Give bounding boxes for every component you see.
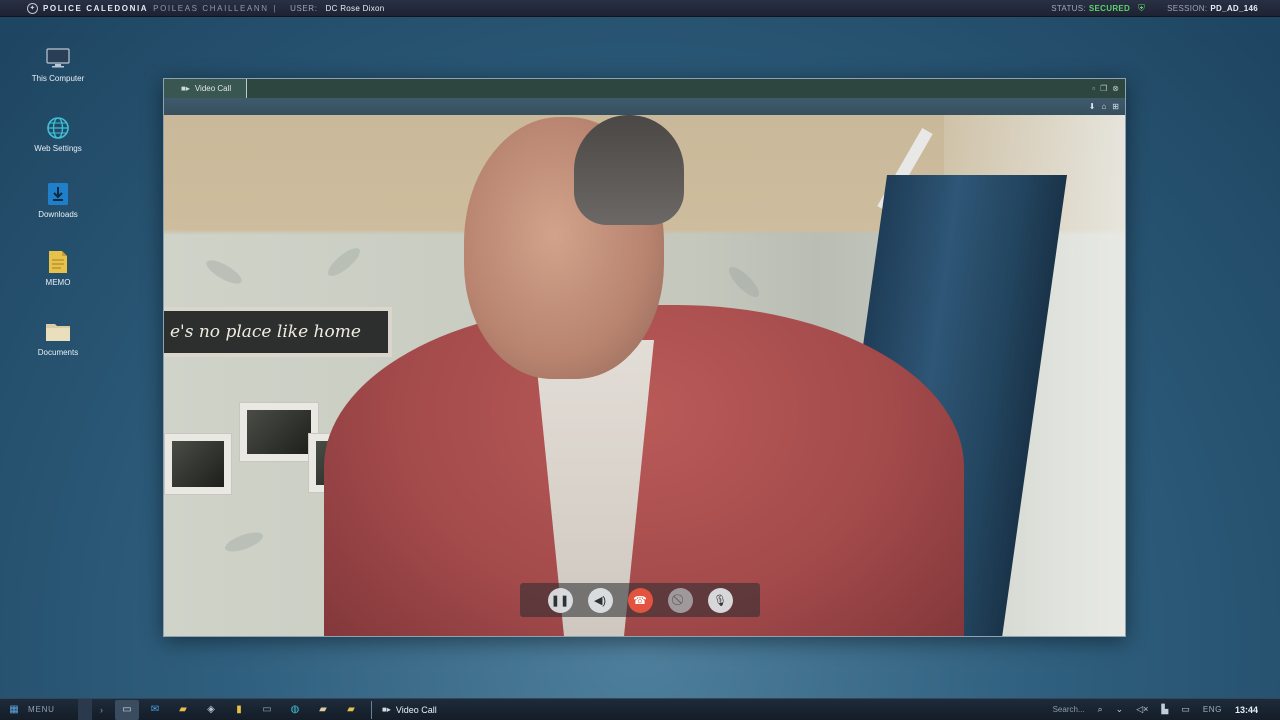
sign-text: e's no place like home <box>170 322 361 342</box>
taskbar-folder-icon[interactable]: ▰ <box>171 700 195 720</box>
camera-icon: ■▸ <box>382 705 391 714</box>
clock: 13:44 <box>1234 704 1258 715</box>
network-icon[interactable]: ▙ <box>1161 704 1168 715</box>
download-icon <box>44 182 72 206</box>
minimize-icon[interactable]: ▫ <box>1092 84 1095 93</box>
wallpaper-leaf <box>203 255 245 289</box>
user-label: USER: <box>290 3 318 13</box>
taskbar-monitor2-icon[interactable]: ▭ <box>255 700 279 720</box>
desktop-icon-this-computer[interactable]: This Computer <box>18 46 98 83</box>
shield-check-icon: ⛨ <box>1138 2 1146 13</box>
desktop-icon-label: Downloads <box>38 210 78 219</box>
wallpaper-leaf <box>724 262 764 302</box>
call-controls: ❚❚ ◀) ☎ ⃠ 🎙 <box>520 583 760 617</box>
window-toolbar: ⬇ ⌂ ⊞ <box>164 98 1125 115</box>
tab-video-call[interactable]: ■▸ Video Call <box>164 79 247 98</box>
hang-up-button[interactable]: ☎ <box>627 587 653 613</box>
taskbar-window-video-call[interactable]: ■▸ Video Call <box>382 705 437 715</box>
chevron-right-icon[interactable]: › <box>100 705 103 715</box>
taskbar-memo-icon[interactable]: ▮ <box>227 700 251 720</box>
taskbar-divider <box>371 700 372 719</box>
video-off-button[interactable]: ⃠ <box>667 587 693 613</box>
close-icon[interactable]: ⊗ <box>1112 84 1119 93</box>
taskbar-folder2-icon[interactable]: ▰ <box>339 700 363 720</box>
desktop-icon-label: MEMO <box>45 278 71 287</box>
home-sign: e's no place like home <box>164 307 392 357</box>
home-icon[interactable]: ⌂ <box>1101 102 1106 111</box>
pause-icon: ❚❚ <box>550 594 570 607</box>
desktop-icon-label: Documents <box>37 348 79 357</box>
language-indicator[interactable]: ENG <box>1203 705 1222 714</box>
status-value: SECURED <box>1088 3 1131 13</box>
org-name-gaelic: POILEAS CHAILLEANN <box>153 3 269 13</box>
phone-hangup-icon: ☎ <box>633 594 647 607</box>
desktop-icon-label: Web Settings <box>34 144 82 153</box>
topbar-separator: | <box>273 3 277 13</box>
taskbar-window-label: Video Call <box>395 704 437 715</box>
window-controls: ▫ ❐ ⊗ <box>1092 84 1119 93</box>
video-feed: e's no place like home ❚❚ ◀) ☎ ⃠ 🎙 <box>164 115 1125 636</box>
folder-icon <box>44 320 72 344</box>
taskbar-monitor-icon[interactable]: ▭ <box>115 699 139 720</box>
session-label: SESSION: <box>1167 3 1208 13</box>
wallpaper-leaf <box>222 528 266 556</box>
system-tray: Search... ⌕ ⌄ ◁× ▙ ▭ ENG 13:44 <box>1053 704 1258 715</box>
org-name: POLICE CALEDONIA <box>43 3 149 13</box>
monitor-icon <box>44 46 72 70</box>
taskbar-divider <box>78 698 92 720</box>
globe-icon <box>44 116 72 140</box>
window-tab-bar: ■▸ Video Call ▫ ❐ ⊗ <box>164 79 1125 98</box>
video-call-window: ■▸ Video Call ▫ ❐ ⊗ ⬇ ⌂ ⊞ e's no place l… <box>163 78 1126 637</box>
taskbar-user-icon[interactable]: ◈ <box>199 700 223 720</box>
photo-frame <box>164 433 232 495</box>
menu-button[interactable]: MENU <box>28 705 76 714</box>
start-icon[interactable]: ▦ <box>4 699 24 720</box>
volume-button[interactable]: ◀) <box>587 587 613 613</box>
taskbar-documents-icon[interactable]: ▰ <box>311 700 335 720</box>
camera-icon: ■▸ <box>181 84 190 93</box>
desktop-icon-documents[interactable]: Documents <box>18 320 98 357</box>
pause-button[interactable]: ❚❚ <box>547 587 573 613</box>
memo-icon <box>44 250 72 274</box>
expand-icon[interactable]: ⊞ <box>1112 102 1119 111</box>
speaker-icon: ◀) <box>593 594 607 607</box>
police-logo-icon: ✦ <box>27 2 38 14</box>
mute-icon[interactable]: ◁× <box>1136 704 1148 715</box>
taskbar-mail-icon[interactable]: ✉ <box>143 700 167 720</box>
session-value: PD_AD_146 <box>1210 3 1258 13</box>
download-arrow-icon[interactable]: ⬇ <box>1089 102 1096 111</box>
tab-label: Video Call <box>194 84 232 93</box>
chevron-down-icon[interactable]: ⌄ <box>1116 704 1124 715</box>
top-status-bar: ✦ POLICE CALEDONIA POILEAS CHAILLEANN | … <box>0 0 1280 17</box>
photo-frame <box>239 402 319 462</box>
taskbar: ▦ MENU › ▭ ✉ ▰ ◈ ▮ ▭ ◍ ▰ ▰ ■▸ Video Call… <box>0 698 1280 720</box>
taskbar-globe-icon[interactable]: ◍ <box>283 700 307 720</box>
taskbar-apps: ▭ ✉ ▰ ◈ ▮ ▭ ◍ ▰ ▰ <box>115 699 363 720</box>
desktop-icon-downloads[interactable]: Downloads <box>18 182 98 219</box>
desktop-icon-label: This Computer <box>31 74 85 83</box>
person-hair <box>574 115 684 225</box>
restore-icon[interactable]: ❐ <box>1100 84 1107 93</box>
user-name: DC Rose Dixon <box>325 3 385 13</box>
search-field[interactable]: Search... <box>1053 705 1085 714</box>
search-icon[interactable]: ⌕ <box>1098 704 1103 715</box>
wallpaper-leaf <box>324 243 364 281</box>
microphone-button[interactable]: 🎙 <box>707 587 733 613</box>
desktop-icon-web-settings[interactable]: Web Settings <box>18 116 98 153</box>
microphone-icon: 🎙 <box>713 594 727 607</box>
battery-icon[interactable]: ▭ <box>1181 704 1190 715</box>
status-label: STATUS: <box>1051 3 1086 13</box>
desktop-icon-memo[interactable]: MEMO <box>18 250 98 287</box>
